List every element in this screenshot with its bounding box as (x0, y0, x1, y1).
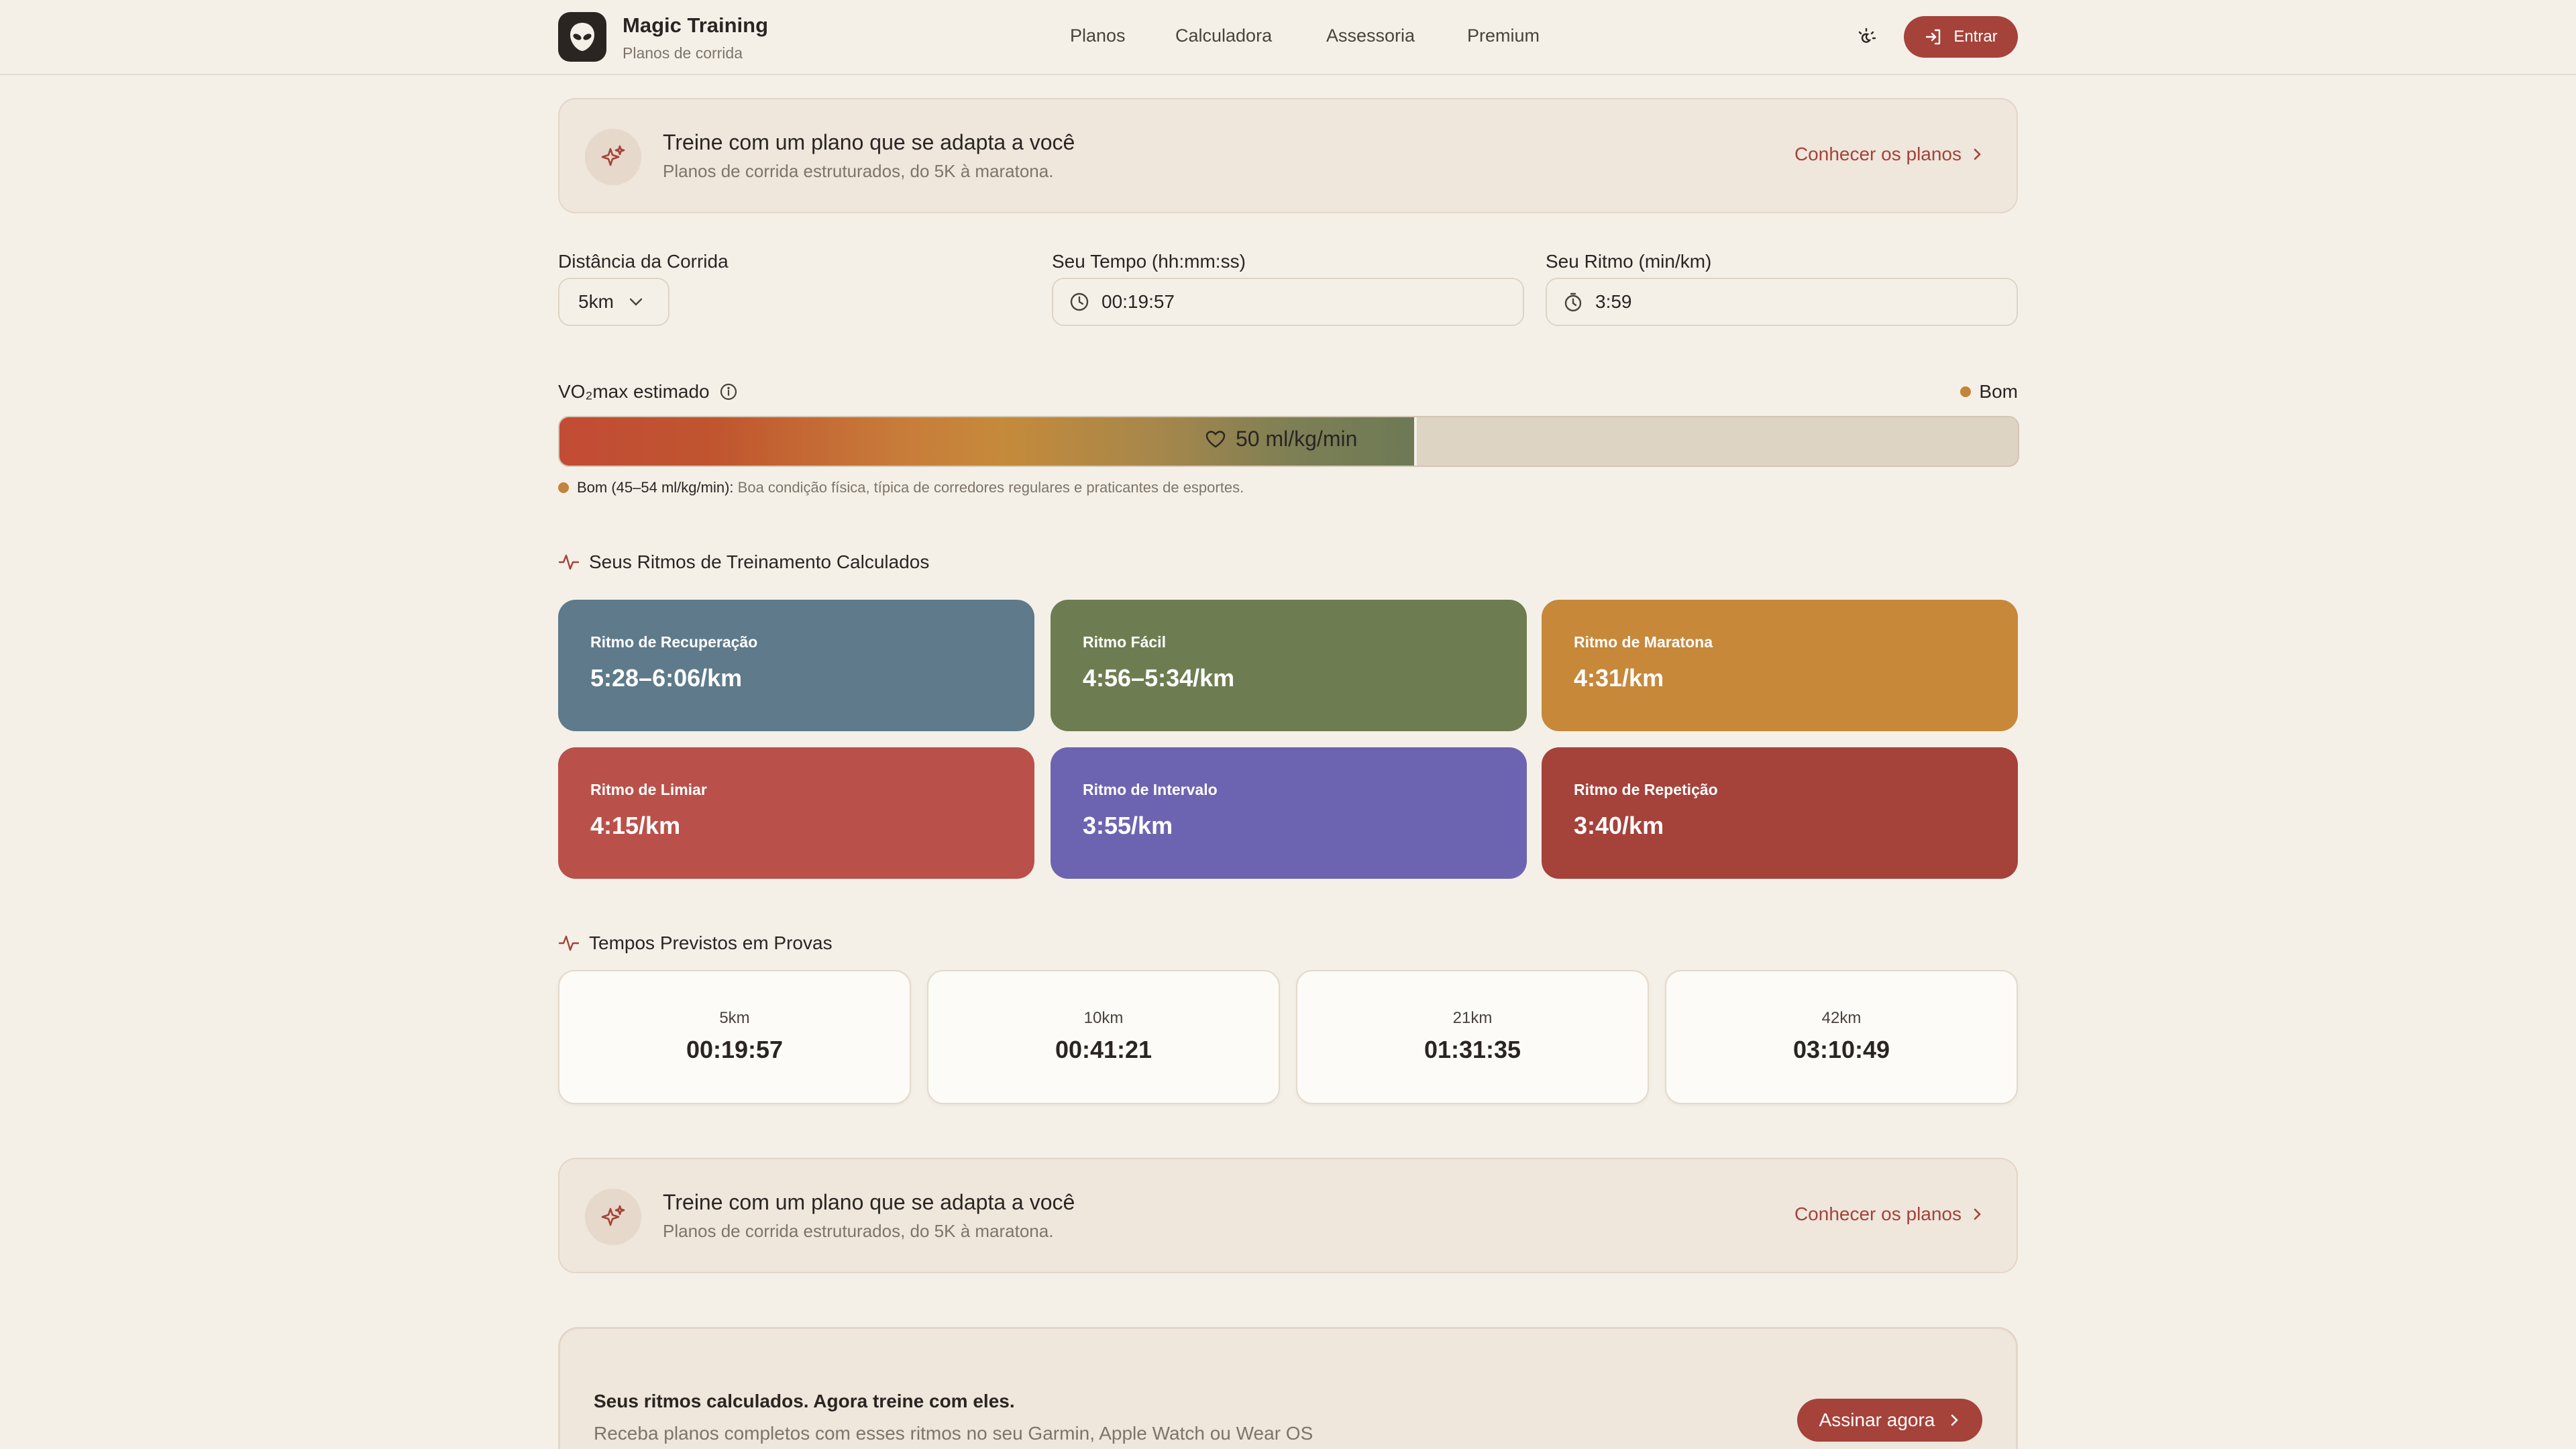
clock-icon (1070, 292, 1089, 311)
pace-value: 5:28–6:06/km (590, 664, 743, 692)
level-dot (558, 482, 569, 493)
races-section-title: Tempos Previstos em Provas (558, 932, 833, 954)
promo-link-label: Conhecer os planos (1794, 1203, 1962, 1224)
promo-icon-badge (585, 1189, 641, 1245)
race-card-5k: 5km 00:19:57 (558, 970, 911, 1104)
promo-banner-bottom: Treine com um plano que se adapta a você… (558, 1158, 2018, 1273)
nav-planos[interactable]: Planos (1070, 25, 1126, 46)
theme-toggle-button[interactable] (1851, 23, 1881, 52)
cta-subtitle: Receba planos completos com esses ritmos… (594, 1423, 1313, 1444)
promo-title: Treine com um plano que se adapta a você (663, 1190, 1075, 1214)
subscribe-cta: Seus ritmos calculados. Agora treine com… (558, 1327, 2018, 1449)
pace-value: 4:56–5:34/km (1083, 664, 1235, 692)
promo-subtitle: Planos de corrida estruturados, do 5K à … (663, 161, 1054, 181)
brand-name: Magic Training (623, 13, 769, 37)
promo-link-label: Conhecer os planos (1794, 144, 1962, 164)
activity-icon (558, 935, 580, 951)
heart-icon (1205, 430, 1226, 447)
chevron-right-icon (1974, 1208, 1981, 1220)
nav-premium[interactable]: Premium (1467, 25, 1540, 46)
chevron-right-icon (1974, 148, 1981, 160)
pace-name: Ritmo de Maratona (1574, 633, 1713, 651)
pace-name: Ritmo de Intervalo (1083, 781, 1218, 798)
promo-subtitle: Planos de corrida estruturados, do 5K à … (663, 1221, 1054, 1241)
promo-link-plans[interactable]: Conhecer os planos (1794, 1203, 1983, 1225)
activity-icon (558, 554, 580, 570)
vo2-desc-text: Boa condição física, típica de corredore… (737, 479, 1244, 496)
promo-banner-top: Treine com um plano que se adapta a você… (558, 98, 2018, 213)
vo2-value-text: 50 ml/kg/min (1236, 427, 1358, 451)
login-label: Entrar (1953, 28, 1998, 46)
pace-card-threshold: Ritmo de Limiar 4:15/km (558, 747, 1034, 879)
time-label: Seu Tempo (hh:mm:ss) (1052, 251, 1246, 272)
promo-icon-badge (585, 129, 641, 185)
cta-title: Seus ritmos calculados. Agora treine com… (594, 1391, 1015, 1411)
pace-value: 3:55/km (1083, 812, 1173, 839)
race-distance: 42km (1821, 1009, 1862, 1027)
subscribe-label: Assinar agora (1819, 1409, 1935, 1430)
vo2-level-text: Bom (1979, 381, 2018, 402)
pace-card-marathon: Ritmo de Maratona 4:31/km (1542, 600, 2018, 731)
paces-section-title: Seus Ritmos de Treinamento Calculados (558, 551, 929, 573)
alien-head-icon (570, 23, 594, 51)
vo2-label-text: VO₂max estimado (558, 381, 710, 402)
pace-card-recovery: Ritmo de Recuperação 5:28–6:06/km (558, 600, 1034, 731)
race-time: 00:19:57 (686, 1036, 784, 1063)
theme-toggle-icon (1858, 28, 1876, 43)
pace-card-interval: Ritmo de Intervalo 3:55/km (1051, 747, 1527, 879)
race-card-10k: 10km 00:41:21 (927, 970, 1280, 1104)
nav-assessoria[interactable]: Assessoria (1326, 25, 1415, 46)
promo-title: Treine com um plano que se adapta a você (663, 130, 1075, 154)
paces-title-text: Seus Ritmos de Treinamento Calculados (589, 551, 930, 572)
race-card-21k: 21km 01:31:35 (1296, 970, 1649, 1104)
race-time: 03:10:49 (1792, 1036, 1890, 1063)
pace-value: 4:15/km (590, 812, 681, 839)
time-input[interactable] (1102, 291, 1477, 313)
nav-calculadora[interactable]: Calculadora (1175, 25, 1272, 46)
pace-card-easy: Ritmo Fácil 4:56–5:34/km (1051, 600, 1527, 731)
chevron-down-icon (629, 298, 643, 306)
vo2-desc-strong: Bom (45–54 ml/kg/min): (577, 479, 734, 496)
pace-name: Ritmo de Repetição (1574, 781, 1718, 798)
vo2-label: VO₂max estimado (558, 381, 738, 402)
level-dot (1960, 386, 1972, 397)
race-card-42k: 42km 03:10:49 (1665, 970, 2018, 1104)
pace-field[interactable] (1546, 278, 2018, 326)
vo2-value: 50 ml/kg/min (1205, 427, 1357, 451)
subscribe-button[interactable]: Assinar agora (1797, 1399, 1982, 1442)
vo2-description: Bom (45–54 ml/kg/min): Boa condição físi… (558, 479, 1244, 496)
sign-in-icon (1926, 29, 1941, 45)
pace-card-repetition: Ritmo de Repetição 3:40/km (1542, 747, 2018, 879)
sparkles-icon (601, 1205, 625, 1226)
brand-logo[interactable] (558, 12, 606, 62)
pace-value: 4:31/km (1574, 664, 1664, 692)
pace-label: Seu Ritmo (min/km) (1546, 251, 1712, 272)
distance-select[interactable]: 5km (558, 278, 669, 326)
distance-value: 5km (578, 291, 614, 312)
stopwatch-icon (1564, 292, 1582, 312)
promo-link-plans[interactable]: Conhecer os planos (1794, 144, 1983, 165)
race-distance: 10km (1083, 1009, 1124, 1027)
time-field[interactable] (1052, 278, 1524, 326)
pace-name: Ritmo de Recuperação (590, 633, 758, 651)
race-time: 00:41:21 (1055, 1036, 1152, 1063)
chevron-right-icon (1951, 1414, 1959, 1426)
race-time: 01:31:35 (1424, 1036, 1521, 1063)
pace-value: 3:40/km (1574, 812, 1664, 839)
race-distance: 21km (1452, 1009, 1493, 1027)
pace-name: Ritmo Fácil (1083, 633, 1166, 651)
sparkles-icon (601, 145, 625, 166)
pace-input[interactable] (1595, 291, 1971, 313)
info-icon[interactable] (719, 382, 738, 401)
vo2-level-indicator: Bom (1960, 381, 2018, 402)
top-header: Magic Training Planos de corrida Planos … (0, 0, 2576, 75)
distance-label: Distância da Corrida (558, 251, 729, 272)
pace-name: Ritmo de Limiar (590, 781, 707, 798)
race-distance: 5km (719, 1009, 750, 1027)
races-title-text: Tempos Previstos em Provas (589, 932, 833, 953)
login-button[interactable]: Entrar (1904, 16, 2018, 58)
brand-tagline: Planos de corrida (623, 44, 743, 62)
